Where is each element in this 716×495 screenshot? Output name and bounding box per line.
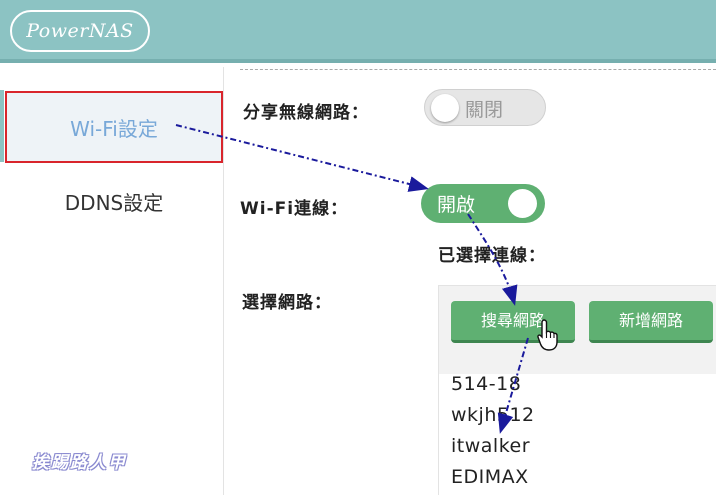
add-network-button[interactable]: 新增網路 [589,301,713,343]
sidebar: Wi-Fi設定 DDNS設定 [0,67,224,495]
network-item[interactable]: EDIMAX [451,466,529,488]
powernas-logo[interactable]: PowerNAS [10,10,150,52]
section-divider [240,69,716,70]
network-item[interactable]: 514-18 [451,373,521,395]
network-item[interactable]: wkjh512 [451,404,535,426]
sidebar-item-wifi-settings[interactable]: Wi-Fi設定 [5,91,223,163]
toggle-state-text: 關閉 [465,99,504,121]
toggle-state-text: 開啟 [437,194,476,216]
wifi-connection-toggle[interactable]: 開啟 [421,184,545,223]
share-wireless-label: 分享無線網路： [243,103,369,123]
toggle-knob [431,94,459,122]
watermark-text: 挨踢路人甲 [32,453,127,473]
app-header: PowerNAS [0,0,716,63]
toggle-knob [508,189,537,218]
sidebar-item-ddns-settings[interactable]: DDNS設定 [5,165,223,241]
hand-pointer-icon [537,319,558,351]
network-item[interactable]: itwalker [451,435,530,457]
wifi-connection-label: Wi-Fi連線： [240,199,349,219]
share-wireless-toggle[interactable]: 關閉 [424,89,546,126]
selected-connection-label: 已選擇連線： [438,246,546,266]
active-indicator [0,90,4,162]
select-network-label: 選擇網路： [242,293,332,313]
